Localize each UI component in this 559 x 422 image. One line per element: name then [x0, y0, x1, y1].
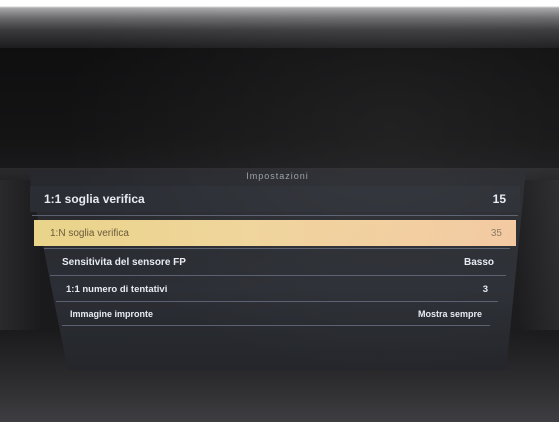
- menu-row-label: 1:N soglia verifica: [50, 227, 129, 239]
- menu-row-value: 35: [490, 227, 502, 239]
- menu-row-label: 1:1 soglia verifica: [44, 192, 145, 206]
- row-divider: [56, 301, 498, 302]
- device-top-rim: [0, 0, 559, 48]
- menu-row-value: 15: [492, 192, 506, 206]
- device-bezel: [0, 48, 559, 178]
- menu-row-value: Basso: [463, 256, 494, 268]
- menu-row-label: Immagine impronte: [70, 309, 154, 319]
- menu-row-fp-sensitivity[interactable]: Sensitivita del sensore FP Basso: [50, 251, 506, 273]
- menu-row-value: Mostra sempre: [417, 309, 482, 319]
- menu-row-1-1-threshold[interactable]: 1:1 soglia verifica 15: [30, 186, 520, 212]
- row-divider: [62, 325, 490, 326]
- row-divider: [50, 275, 506, 276]
- menu-row-value: 3: [482, 283, 488, 295]
- menu-title: Impostazioni: [246, 171, 309, 181]
- device-photo: Impostazioni 1:1 soglia verifica 15 1:N …: [0, 0, 559, 422]
- menu-row-label: 1:1 numero di tentativi: [66, 283, 168, 295]
- menu-row-1-n-threshold[interactable]: 1:N soglia verifica 35: [34, 220, 516, 246]
- menu-row-fingerprint-image[interactable]: Immagine impronte Mostra sempre: [60, 304, 492, 324]
- menu-row-attempts[interactable]: 1:1 numero di tentativi 3: [54, 279, 500, 299]
- menu-row-label: Sensitivita del sensore FP: [62, 256, 186, 268]
- row-divider: [32, 215, 518, 216]
- row-divider: [44, 248, 510, 249]
